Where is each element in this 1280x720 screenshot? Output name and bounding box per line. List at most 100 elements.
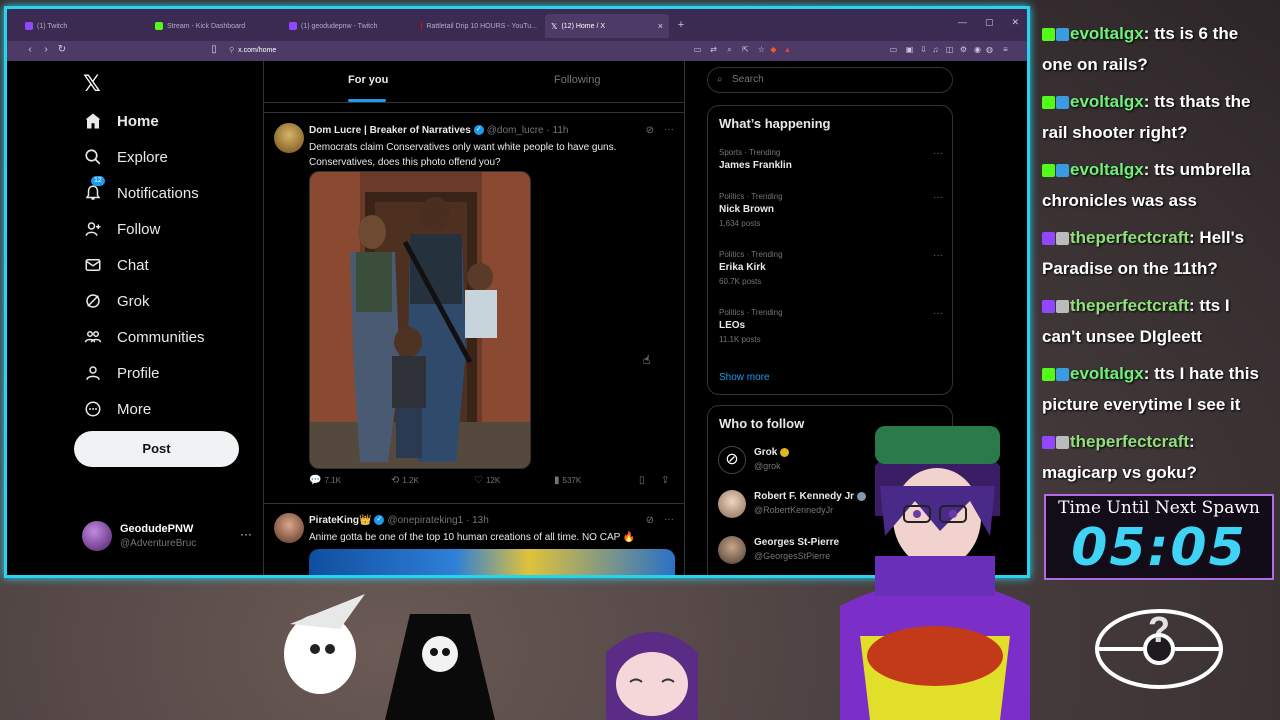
brave-shield-icon[interactable]: ◆ [769, 45, 778, 54]
cast-icon[interactable]: ▭ [889, 45, 898, 54]
more-icon[interactable]: ··· [240, 527, 252, 541]
nav-follow[interactable]: Follow [83, 215, 160, 243]
maximize-icon[interactable]: ▢ [985, 17, 994, 28]
browser-tab[interactable]: (1) geodudepnw - Twitch [283, 14, 411, 38]
author-handle: @onepirateking1 · 13h [387, 515, 489, 526]
repost-button[interactable]: ⟲ 1.2K [391, 475, 419, 486]
nav-more[interactable]: More [83, 395, 151, 423]
tab-for-you[interactable]: For you [348, 74, 388, 86]
sidebar-icon[interactable]: ◫ [945, 45, 954, 54]
avatar[interactable] [274, 123, 304, 153]
x-logo-icon: 𝕏 [551, 21, 558, 31]
tab-label: (1) Twitch [37, 22, 68, 30]
window-controls: — ▢ ✕ [958, 17, 1019, 28]
trend-item[interactable]: Sports · Trending James Franklin ··· [719, 148, 943, 171]
more-icon[interactable]: ··· [933, 308, 943, 319]
more-icon[interactable]: ··· [933, 192, 943, 203]
nav-home[interactable]: Home [83, 107, 159, 135]
back-icon[interactable]: ‹ [23, 44, 37, 55]
bell-icon: 12 [83, 176, 105, 203]
nav-notifications-label: Notifications [117, 184, 199, 202]
chat-username: evoltalgx [1070, 160, 1144, 179]
nav-communities[interactable]: Communities [83, 323, 205, 351]
suggestion-handle: @grok [754, 461, 781, 471]
nav-grok[interactable]: Grok [83, 287, 150, 315]
nav-communities-label: Communities [117, 328, 205, 346]
more-icon[interactable]: ··· [664, 514, 674, 525]
grok-icon[interactable]: ⊘ [646, 515, 654, 526]
user-badge-icon [1056, 300, 1069, 314]
close-tab-icon[interactable]: × [658, 21, 663, 31]
browser-tab[interactable]: Stream - Kick Dashboard [149, 14, 277, 38]
bookmark-button[interactable]: ▯ [639, 475, 645, 486]
tab-label: (1) geodudepnw - Twitch [301, 22, 378, 30]
close-window-icon[interactable]: ✕ [1011, 17, 1019, 28]
tweet-photo[interactable] [309, 171, 531, 469]
more-icon[interactable]: ··· [664, 124, 674, 135]
like-button[interactable]: ♡ 12K [474, 475, 500, 486]
share-icon[interactable]: ⇱ [741, 45, 750, 54]
twitch-icon [25, 22, 33, 30]
address-bar[interactable]: ⚲ x.com/home [229, 44, 689, 58]
zoom-icon[interactable]: ⌕ [725, 45, 734, 54]
spawn-timer: Time Until Next Spawn 05:05 [1044, 494, 1274, 580]
vpn-icon[interactable]: ◍ [985, 45, 994, 54]
bookmark-icon[interactable]: ▯ [207, 44, 221, 55]
trend-name: LEOs [719, 320, 746, 331]
post-button[interactable]: Post [74, 431, 239, 467]
show-more-link[interactable]: Show more [719, 372, 770, 383]
translate-icon[interactable]: ⇄ [709, 45, 718, 54]
vtuber-avatar [840, 426, 1030, 720]
author-name: PirateKing👑 [309, 515, 372, 526]
trend-item[interactable]: Politics · Trending Erika Kirk 60.7K pos… [719, 250, 943, 286]
more-icon[interactable]: ··· [933, 148, 943, 159]
trend-item[interactable]: Politics · Trending Nick Brown 1,634 pos… [719, 192, 943, 228]
url-text: x.com/home [238, 47, 277, 54]
extensions-icon[interactable]: ⚙ [959, 45, 968, 54]
screen-icon[interactable]: ▭ [693, 45, 702, 54]
trend-item[interactable]: Politics · Trending LEOs 11.1K posts ··· [719, 308, 943, 344]
music-icon[interactable]: ♫ [931, 45, 940, 54]
search-placeholder: Search [732, 74, 764, 85]
nav-profile[interactable]: Profile [83, 359, 160, 387]
browser-tab[interactable]: Rattletail Drip 10 HOURS - YouTu... [415, 14, 543, 38]
new-tab-button[interactable]: + [675, 19, 687, 31]
repost-count: 1.2K [402, 476, 419, 485]
minimize-icon[interactable]: — [958, 17, 967, 28]
search-input[interactable]: ⌕ Search [707, 67, 953, 93]
tweet-image[interactable] [309, 549, 675, 575]
menu-icon[interactable]: ≡ [1001, 45, 1010, 54]
previous-tweet-actions [264, 103, 684, 113]
profile-icon[interactable]: ◉ [973, 45, 982, 54]
x-logo-icon[interactable]: 𝕏 [83, 71, 101, 97]
account-switcher[interactable]: GeodudePNW @AdventureBruc ··· [82, 521, 252, 561]
rewards-icon[interactable]: ▲ [783, 45, 792, 54]
nav-profile-label: Profile [117, 364, 160, 382]
more-icon[interactable]: ··· [933, 250, 943, 261]
browser-tab-active[interactable]: 𝕏 (12) Home / X × [545, 14, 669, 38]
reply-button[interactable]: 💬 7.1K [309, 475, 341, 486]
grok-icon[interactable]: ⊘ [646, 125, 654, 136]
download-icon[interactable]: ⇩ [919, 45, 928, 54]
browser-tab[interactable]: (1) Twitch [19, 14, 143, 38]
wallet-icon[interactable]: ▣ [905, 45, 914, 54]
tweet-author[interactable]: Dom Lucre | Breaker of Narratives ✓ @dom_l… [309, 125, 568, 136]
nav-chat[interactable]: Chat [83, 251, 149, 279]
nav-explore[interactable]: Explore [83, 143, 168, 171]
tweet[interactable]: Dom Lucre | Breaker of Narratives ✓ @dom_l… [264, 113, 684, 497]
avatar[interactable] [274, 513, 304, 543]
forward-icon[interactable]: › [39, 44, 53, 55]
tab-following[interactable]: Following [554, 74, 600, 86]
chat-message: evoltalgx: tts umbrella chronicles was a… [1042, 154, 1270, 216]
active-tab-indicator [348, 99, 386, 102]
tweet-author[interactable]: PirateKing👑 ✓ @onepirateking1 · 13h [309, 515, 489, 526]
favorite-icon[interactable]: ☆ [757, 45, 766, 54]
nav-notifications[interactable]: 12 Notifications [83, 176, 199, 207]
user-badge-icon [1056, 28, 1069, 42]
share-button[interactable]: ⇪ [661, 475, 669, 486]
views-button[interactable]: ▮ 537K [554, 475, 581, 486]
hand-cursor-icon: ☝ [643, 353, 651, 367]
notification-badge: 12 [91, 176, 105, 186]
reload-icon[interactable]: ↻ [55, 44, 69, 55]
chat-message: theperfectcraft: magicarp vs goku? [1042, 426, 1270, 488]
